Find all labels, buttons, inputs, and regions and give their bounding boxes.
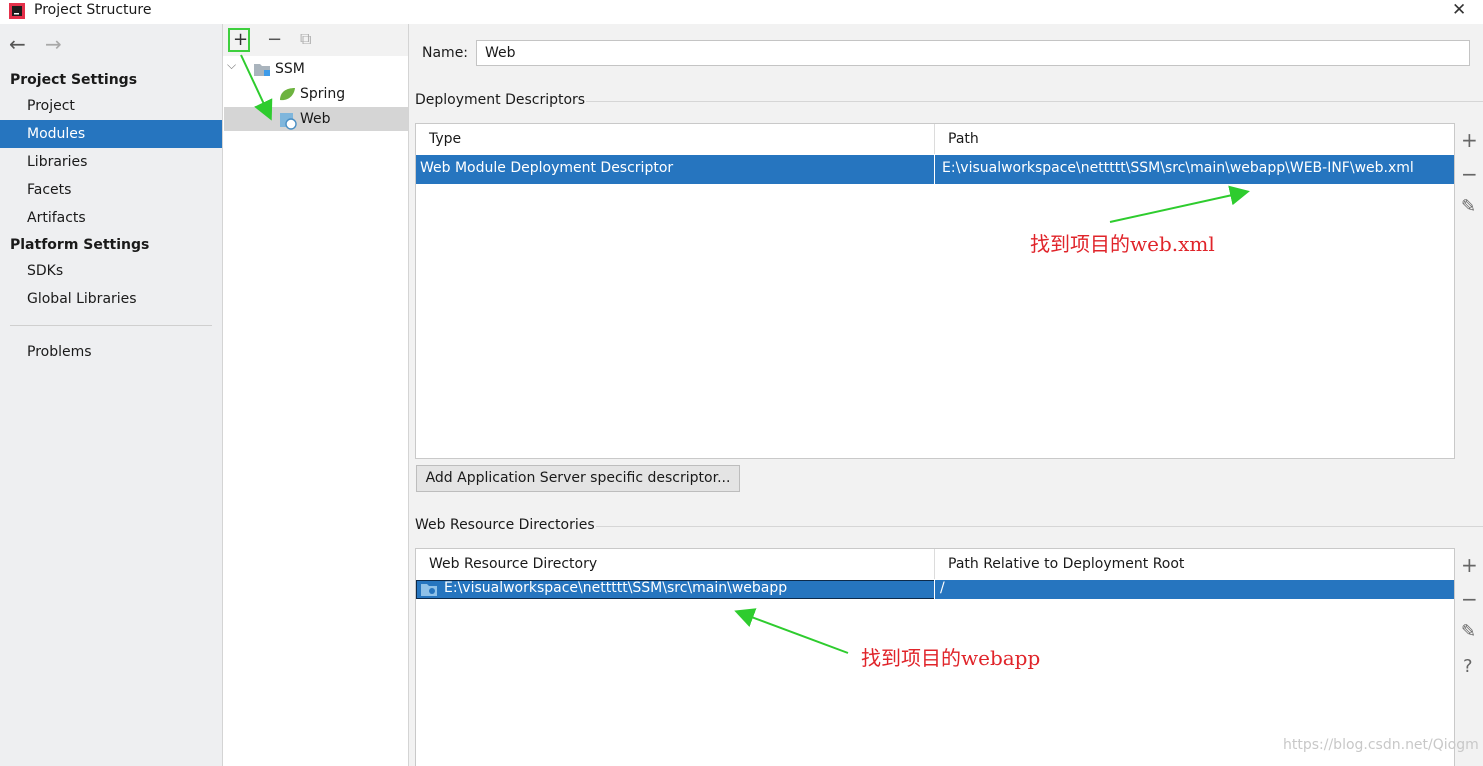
arrow-to-webapp-directory bbox=[734, 608, 849, 654]
annotation-webapp: 找到项目的webapp bbox=[861, 646, 1041, 670]
arrow-to-webxml-path bbox=[1109, 185, 1250, 223]
annotation-arrows bbox=[240, 54, 1250, 654]
annotation-webxml: 找到项目的web.xml bbox=[1030, 232, 1215, 256]
watermark: https://blog.csdn.net/Qiogm bbox=[1283, 737, 1479, 753]
arrow-to-web-module bbox=[240, 54, 273, 121]
